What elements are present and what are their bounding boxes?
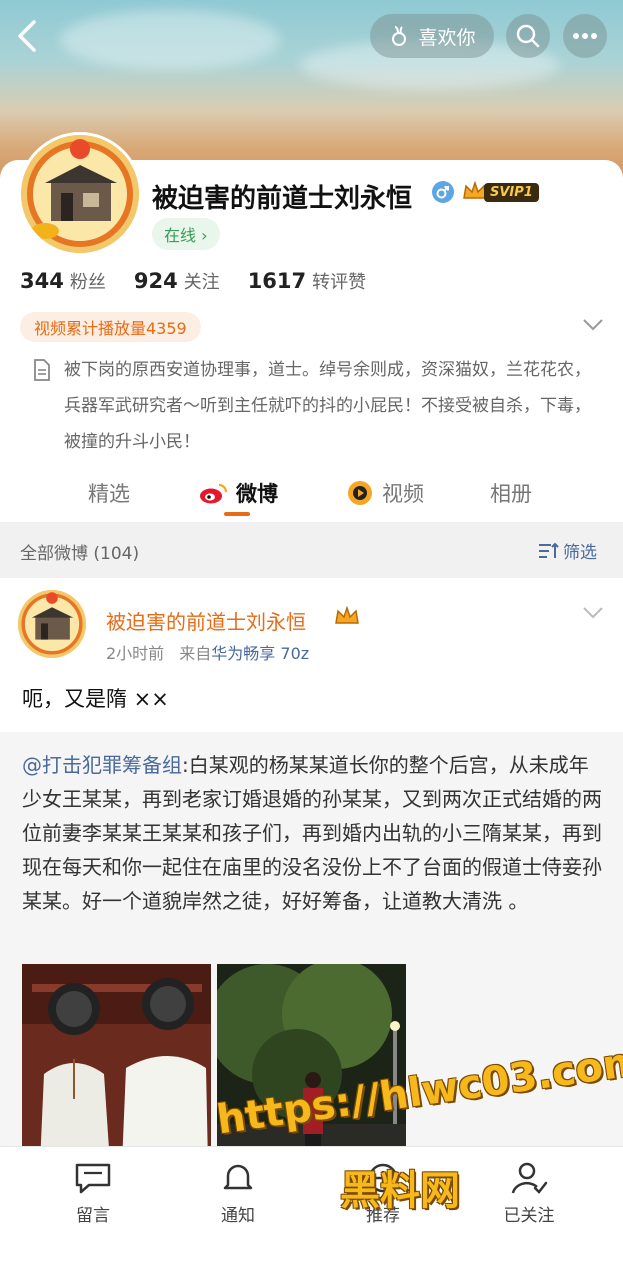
tab-weibo[interactable]: 微博 — [198, 478, 278, 508]
video-plays-label: 视频累计播放量4359 — [34, 319, 187, 338]
post-text: 呃，又是隋 ×× — [22, 687, 169, 711]
interactions-label: 转评赞 — [312, 272, 367, 293]
stat-interactions[interactable]: 1617 转评赞 — [248, 268, 366, 294]
video-icon — [348, 481, 372, 505]
post-source[interactable]: 华为畅享 70z — [211, 644, 309, 663]
svip-label: SVIP1 — [484, 182, 539, 202]
profile-tabs: 精选 微博 视频 相册 — [0, 472, 623, 520]
tab-featured[interactable]: 精选 — [88, 478, 130, 508]
stat-following[interactable]: 924 关注 — [134, 268, 220, 294]
profile-bio: 被下岗的原西安道协理事，道士。绰号余则成，资深猫奴，兰花花农，兵器军武研究者～听… — [64, 360, 591, 452]
followers-count: 344 — [20, 269, 64, 293]
search-button[interactable] — [506, 14, 550, 58]
expand-chevron-icon[interactable] — [582, 318, 604, 332]
nav-notify-label: 通知 — [221, 1206, 255, 1226]
tab-album[interactable]: 相册 — [490, 478, 532, 508]
section-title: 全部微博 (104) — [20, 544, 140, 564]
tab-album-label: 相册 — [490, 482, 532, 506]
followed-icon — [511, 1162, 548, 1194]
temple-avatar-icon — [18, 590, 86, 658]
active-tab-indicator — [224, 512, 250, 516]
filter-icon — [539, 542, 559, 558]
nav-followed-label: 已关注 — [503, 1206, 555, 1226]
vip-crown-icon — [335, 606, 359, 624]
following-count: 924 — [133, 269, 178, 293]
online-status-pill[interactable]: 在线 › — [152, 218, 220, 250]
document-icon — [34, 359, 50, 381]
rabbit-icon — [392, 26, 407, 46]
male-gender-icon — [432, 181, 454, 203]
repost-text: :白某观的杨某某道长你的整个后宫，从未成年少女王某某，再到老家订婚退婚的孙某某，… — [22, 753, 602, 913]
temple-avatar-icon — [21, 135, 139, 253]
post-time: 2小时前 — [106, 644, 165, 663]
chevron-left-icon — [18, 20, 36, 52]
post-meta: 2小时前 来自华为畅享 70z — [106, 640, 309, 664]
nav-message-label: 留言 — [76, 1206, 110, 1226]
repost-photo-1[interactable] — [22, 964, 211, 1164]
more-icon — [573, 33, 597, 39]
photo-two-people — [22, 964, 211, 1164]
nav-followed[interactable]: 已关注 — [484, 1161, 574, 1226]
filter-button[interactable]: 筛选 — [537, 538, 597, 563]
video-plays-badge[interactable]: 视频累计播放量4359 — [20, 312, 201, 342]
nav-message[interactable]: 留言 — [48, 1161, 138, 1226]
search-icon — [516, 24, 540, 48]
repost-body: @打击犯罪筹备组:白某观的杨某某道长你的整个后宫，从未成年少女王某某，再到老家订… — [22, 748, 602, 918]
weibo-logo-icon — [200, 483, 228, 504]
watermark-site-name: 黑料网 — [340, 1168, 460, 1214]
bottom-nav: 留言 通知 推荐 已关注 — [0, 1146, 623, 1281]
tab-video-label: 视频 — [382, 482, 424, 506]
following-label: 关注 — [183, 272, 220, 293]
tab-featured-label: 精选 — [88, 482, 130, 506]
section-header: 全部微博 (104) 筛选 — [0, 522, 623, 578]
avatar[interactable] — [18, 132, 142, 256]
nav-notify[interactable]: 通知 — [193, 1161, 283, 1226]
online-label: 在线 › — [164, 226, 208, 245]
back-button[interactable] — [14, 18, 44, 54]
tab-weibo-label: 微博 — [236, 482, 278, 506]
like-button[interactable]: 喜欢你 — [370, 14, 494, 58]
stat-followers[interactable]: 344 粉丝 — [20, 268, 106, 294]
like-label: 喜欢你 — [418, 26, 476, 49]
post-source-prefix: 来自 — [179, 644, 212, 663]
interactions-count: 1617 — [247, 269, 307, 293]
bell-icon — [223, 1164, 253, 1190]
tab-video[interactable]: 视频 — [346, 478, 424, 508]
post-author-name[interactable]: 被迫害的前道士刘永恒 — [106, 606, 306, 635]
filter-label: 筛选 — [563, 543, 597, 563]
message-icon — [75, 1163, 111, 1194]
profile-name: 被迫害的前道士刘永恒 — [152, 184, 413, 214]
followers-label: 粉丝 — [69, 272, 106, 293]
more-button[interactable] — [563, 14, 607, 58]
post-author-avatar[interactable] — [18, 590, 86, 658]
profile-stats: 344 粉丝 924 关注 1617 转评赞 — [20, 268, 366, 294]
post-menu-chevron-icon[interactable] — [582, 606, 604, 620]
svip-badge[interactable]: SVIP1 — [462, 180, 539, 204]
repost-mention[interactable]: @打击犯罪筹备组 — [22, 753, 182, 777]
